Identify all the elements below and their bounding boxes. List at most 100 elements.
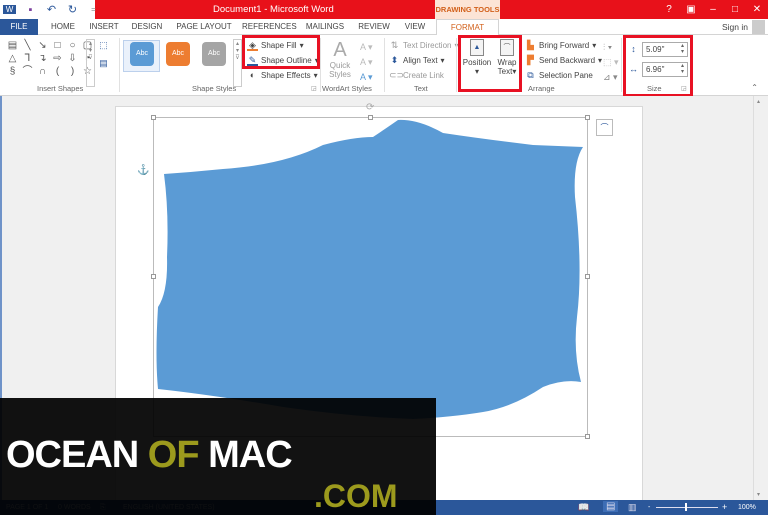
help-icon[interactable]: ? (658, 4, 680, 15)
selection-pane-button[interactable]: ⧉ Selection Pane (525, 70, 593, 81)
ribbon-tabs: FILE HOME INSERT DESIGN PAGE LAYOUT REFE… (0, 19, 768, 36)
title-bar: W ▪ ↶ ↻ = Document1 - Microsoft Word DRA… (0, 0, 768, 19)
edit-shape-icon[interactable]: ⬚ (98, 40, 109, 51)
ribbon-display-icon[interactable]: ▣ (680, 4, 702, 15)
zoom-level[interactable]: 100% (738, 504, 756, 511)
styles-gallery-scroll[interactable]: ▴ ▾ ⊽ (233, 39, 242, 87)
tab-file[interactable]: FILE (0, 19, 38, 35)
resize-handle-se[interactable] (585, 434, 590, 439)
text-direction-button[interactable]: ⇅Text Direction▾ (389, 40, 459, 51)
tab-design[interactable]: DESIGN (128, 19, 166, 35)
resize-handle-e[interactable] (585, 274, 590, 279)
text-outline-icon[interactable]: A ▾ (360, 55, 373, 70)
send-backward-button[interactable]: ▛ Send Backward ▾ (525, 55, 602, 66)
arrow-shape-icon[interactable]: ↘ (35, 39, 50, 52)
avatar[interactable] (752, 20, 765, 34)
align-objects-icon[interactable]: ⫶ ▾ (603, 40, 619, 55)
resize-handle-w[interactable] (151, 274, 156, 279)
dialog-launcher-icon[interactable]: ◲ (311, 85, 317, 92)
print-layout-icon[interactable]: ▤ (603, 501, 619, 512)
highlight-position-wrap (458, 35, 522, 92)
arrange-label: Arrange (528, 84, 555, 93)
scribble-shape-icon[interactable]: § (5, 65, 20, 78)
connector-shape-icon[interactable]: ⅂ (20, 52, 35, 65)
read-mode-icon[interactable]: 📖 (578, 502, 589, 513)
save-icon[interactable]: ▪ (24, 4, 37, 16)
resize-handle-nw[interactable] (151, 115, 156, 120)
zoom-out-icon[interactable]: - (648, 504, 650, 511)
rotate-icon[interactable]: ⊿ ▾ (603, 70, 619, 85)
text-direction-icon: ⇅ (390, 40, 399, 50)
word-logo-icon: W (3, 5, 16, 14)
line-shape-icon[interactable]: ╲ (20, 39, 35, 52)
shapes-gallery[interactable]: ▤ ╲ ↘ □ ○ ▢ △ ⅂ ↴ ⇨ ⇩ ◔ § ⌒ ∩() ☆ (5, 39, 95, 78)
window-controls: ? ▣ – □ ✕ (658, 0, 768, 19)
align-text-button[interactable]: ⬍ Align Text ▾ (389, 55, 445, 66)
tab-mailings[interactable]: MAILINGS (304, 19, 346, 35)
tab-view[interactable]: VIEW (400, 19, 430, 35)
separator (621, 38, 622, 92)
tab-home[interactable]: HOME (46, 19, 80, 35)
resize-handle-n[interactable] (368, 115, 373, 120)
text-box-shape-icon[interactable]: ▤ (5, 39, 20, 52)
shape-style-orange[interactable]: Abc (166, 42, 190, 66)
down-arrow-shape-icon[interactable]: ⇩ (65, 52, 80, 65)
freeform-shape[interactable] (153, 117, 589, 439)
triangle-shape-icon[interactable]: △ (5, 52, 20, 65)
tab-review[interactable]: REVIEW (356, 19, 392, 35)
highlight-size (623, 35, 693, 97)
left-brace-shape-icon[interactable]: ( (50, 65, 65, 78)
resize-handle-ne[interactable] (585, 115, 590, 120)
vertical-scrollbar[interactable]: ▴ ▾ (753, 96, 768, 500)
shapes-gallery-scroll[interactable]: ▴ ▾ ⊽ (86, 39, 95, 87)
align-text-icon: ⬍ (390, 55, 399, 65)
customize-icon[interactable]: = (87, 5, 100, 14)
anchor-icon: ⚓ (137, 165, 150, 176)
scroll-up-icon[interactable]: ▴ (757, 98, 760, 105)
group-objects-icon[interactable]: ⬚ ▾ (603, 55, 619, 70)
shape-style-blue[interactable]: Abc (130, 42, 154, 66)
rotate-handle-icon[interactable]: ⟳ (366, 102, 374, 113)
quick-styles-button[interactable]: A Quick Styles (326, 39, 354, 79)
tab-page-layout[interactable]: PAGE LAYOUT (175, 19, 233, 35)
undo-icon[interactable]: ↶ (45, 3, 58, 16)
watermark-domain: .COM (314, 478, 398, 514)
shape-effects-button[interactable]: ◐ Shape Effects ▾ (247, 70, 318, 81)
maximize-icon[interactable]: □ (724, 4, 746, 15)
shape-styles-label: Shape Styles (192, 84, 237, 93)
layout-options-button[interactable]: ⌒ (596, 119, 613, 136)
arc-shape-icon[interactable]: ⌒ (20, 65, 35, 78)
create-link-button[interactable]: ⊂⊃ Create Link (389, 70, 444, 81)
text-fill-icon[interactable]: A ▾ (360, 40, 373, 55)
tab-insert[interactable]: INSERT (87, 19, 121, 35)
quick-access-toolbar: W ▪ ↶ ↻ = (3, 2, 100, 17)
elbow-arrow-shape-icon[interactable]: ↴ (35, 52, 50, 65)
minimize-icon[interactable]: – (702, 4, 724, 15)
sign-in-link[interactable]: Sign in (722, 22, 748, 32)
curve-shape-icon[interactable]: ∩ (35, 65, 50, 78)
web-layout-icon[interactable]: ▥ (628, 502, 637, 513)
zoom-slider[interactable] (656, 507, 718, 508)
wordart-styles-label: WordArt Styles (322, 84, 372, 93)
text-effects-icon[interactable]: A ▾ (360, 70, 373, 85)
text-group-label: Text (414, 84, 428, 93)
bring-forward-button[interactable]: ▙ Bring Forward ▾ (525, 40, 596, 51)
zoom-in-icon[interactable]: + (722, 502, 727, 512)
separator (384, 38, 385, 92)
link-icon: ⊂⊃ (389, 70, 405, 80)
collapse-ribbon-icon[interactable]: ⌃ (751, 83, 758, 92)
zoom-slider-thumb[interactable] (685, 503, 687, 511)
oval-shape-icon[interactable]: ○ (65, 39, 80, 52)
scroll-down-icon[interactable]: ▾ (757, 491, 760, 498)
redo-icon[interactable]: ↻ (66, 3, 79, 16)
shape-style-gray[interactable]: Abc (202, 42, 226, 66)
bring-forward-icon: ▙ (527, 40, 534, 50)
tab-format[interactable]: FORMAT (436, 19, 499, 36)
right-arrow-shape-icon[interactable]: ⇨ (50, 52, 65, 65)
rectangle-shape-icon[interactable]: □ (50, 39, 65, 52)
draw-text-box-icon[interactable]: ▤ (98, 58, 109, 69)
tab-references[interactable]: REFERENCES (242, 19, 297, 35)
right-brace-shape-icon[interactable]: ) (65, 65, 80, 78)
highlight-shape-fill-outline (242, 35, 320, 69)
close-icon[interactable]: ✕ (746, 4, 768, 15)
